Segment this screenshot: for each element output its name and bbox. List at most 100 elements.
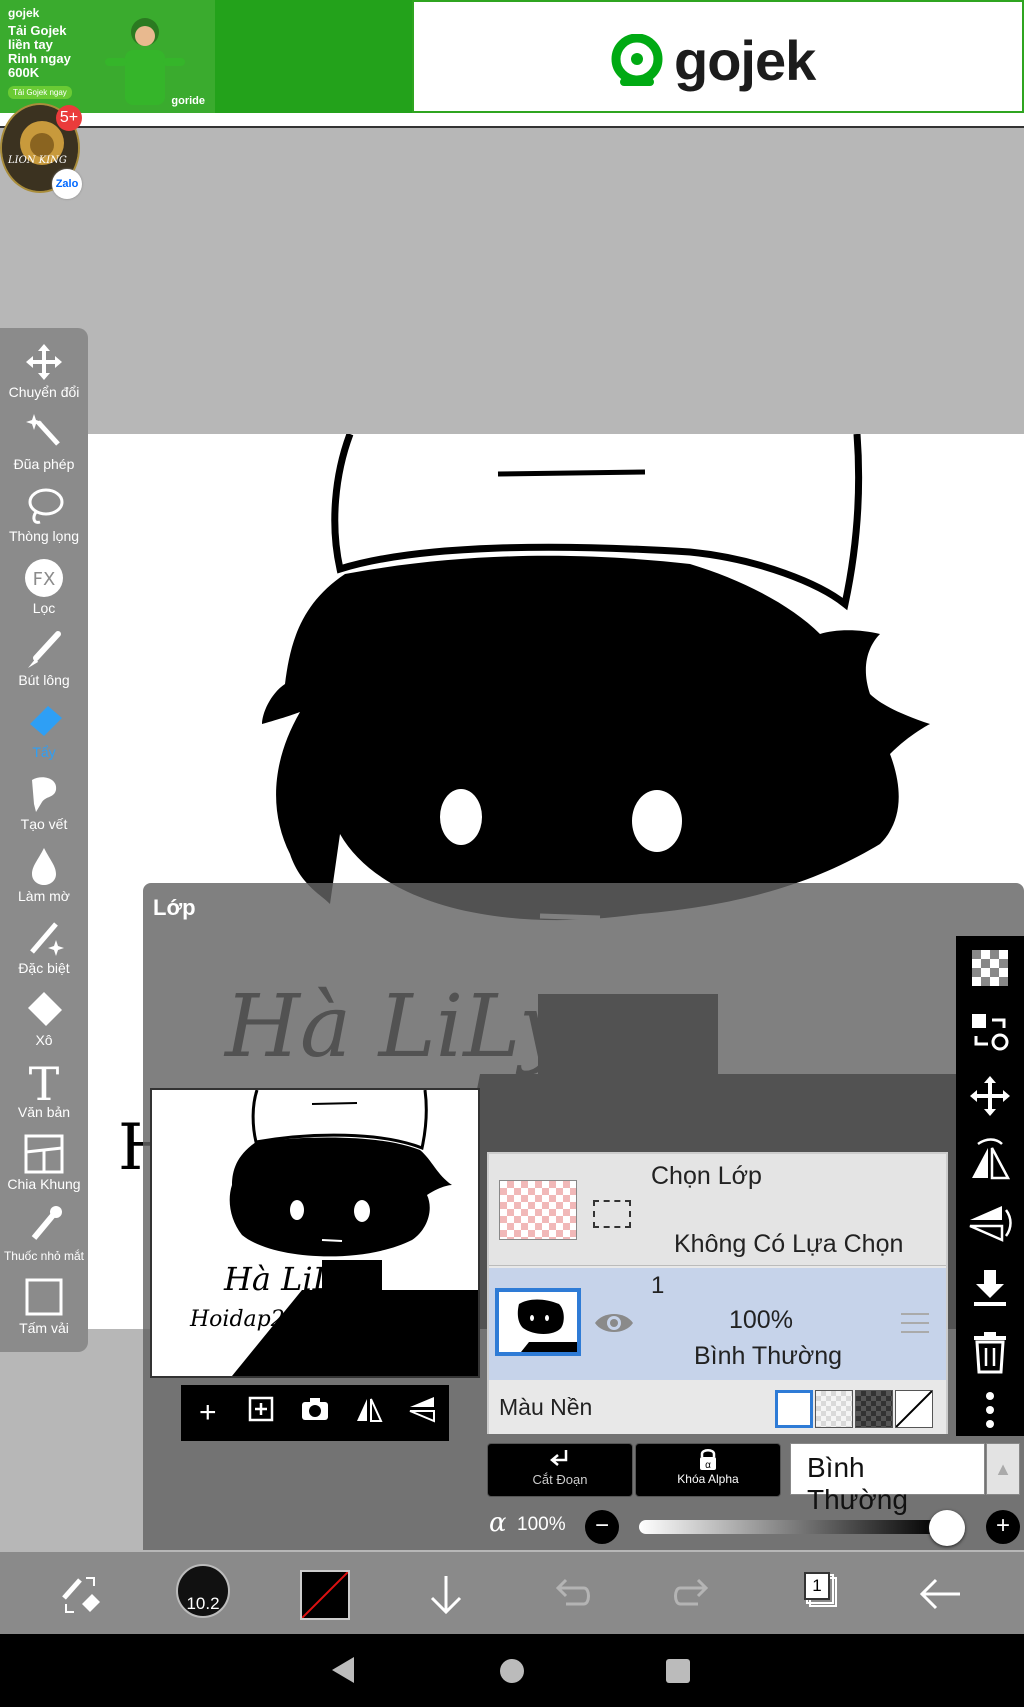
nav-home-icon[interactable] [500, 1659, 524, 1683]
svg-text:Hoidap247: Hoidap247 [189, 1307, 313, 1332]
ad-logo-panel[interactable]: gojek [412, 0, 1024, 113]
brush-size-indicator[interactable]: 10.2 [176, 1564, 230, 1618]
opacity-slider[interactable] [639, 1520, 939, 1534]
drag-handle-icon[interactable] [901, 1313, 929, 1333]
ad-cta[interactable]: Tải Gojek ngay [8, 86, 72, 99]
flip-vertical-icon[interactable] [966, 1200, 1014, 1248]
tool-smudge[interactable]: Tạo vết [0, 774, 88, 844]
special-brush-icon [30, 922, 64, 956]
layer-panel-title: Lớp [153, 895, 196, 920]
tool-frame-divider[interactable]: Chia Khung [0, 1134, 88, 1204]
fx-filter-icon: FX [25, 559, 63, 597]
pages-icon[interactable]: 1 [800, 1568, 840, 1608]
android-nav-bar [0, 1634, 1024, 1707]
opacity-decrease-button[interactable]: − [585, 1510, 619, 1544]
tool-canvas[interactable]: Tấm vải [0, 1278, 88, 1348]
ad-banner[interactable]: gojek Tải Gojek liền tay Rinh ngay 600K … [0, 0, 1024, 128]
selection-status: Không Có Lựa Chọn [674, 1230, 904, 1258]
trash-icon[interactable] [966, 1328, 1014, 1376]
layer-thumbnail-actions: + [181, 1385, 449, 1441]
more-vert-icon[interactable] [966, 1386, 1014, 1434]
merge-down-icon[interactable] [966, 1264, 1014, 1312]
opacity-increase-button[interactable]: + [986, 1510, 1020, 1544]
tool-text[interactable]: T Văn bản [0, 1062, 88, 1132]
selection-title: Chọn Lớp [651, 1162, 762, 1190]
alpha-value: 100% [517, 1514, 566, 1535]
notification-badge: 5+ [56, 105, 82, 131]
opacity-slider-knob[interactable] [929, 1510, 965, 1546]
bg-white-swatch[interactable] [775, 1390, 813, 1428]
layer-number: 1 [651, 1272, 665, 1299]
bg-light-checker-swatch[interactable] [815, 1390, 853, 1428]
clipping-arrow-icon [550, 1450, 568, 1466]
blur-drop-icon [32, 848, 56, 885]
tool-special[interactable]: Đặc biệt [0, 918, 88, 988]
download-icon[interactable] [420, 1568, 472, 1620]
magic-wand-icon [26, 414, 60, 446]
canvas-icon [25, 1278, 63, 1316]
tool-lasso[interactable]: Thòng lọng [0, 486, 88, 556]
flip-horizontal-icon[interactable] [966, 1136, 1014, 1184]
zalo-icon: Zalo [52, 169, 82, 199]
color-swatch-button[interactable] [300, 1570, 350, 1620]
page-count: 1 [804, 1572, 830, 1600]
visibility-eye-icon[interactable] [593, 1308, 635, 1338]
bg-dark-checker-swatch[interactable] [855, 1390, 893, 1428]
nav-recents-icon[interactable] [666, 1659, 690, 1683]
swap-tool-icon[interactable] [54, 1568, 106, 1620]
tool-filter[interactable]: FX Lọc [0, 558, 88, 628]
bottom-toolbar: 10.2 1 [0, 1552, 1024, 1634]
svg-text:LION KING: LION KING [7, 155, 67, 166]
clipping-button[interactable]: Cắt Đoạn [487, 1443, 633, 1497]
back-arrow-icon[interactable] [914, 1568, 966, 1620]
smudge-icon [32, 777, 57, 812]
tool-magic-wand[interactable]: Đũa phép [0, 414, 88, 484]
nav-back-icon[interactable] [332, 1657, 354, 1683]
left-toolbar: Chuyển đổi Đũa phép Thòng lọng FX Lọc Bú… [0, 328, 88, 1352]
add-layer-icon[interactable]: + [188, 1396, 228, 1430]
svg-text:FX: FX [33, 569, 56, 590]
svg-text:Hà LiLy: Hà LiLy [223, 1260, 352, 1298]
zalo-chat-bubble[interactable]: LION KING 5+ Zalo [0, 103, 82, 199]
flip-vertical-icon[interactable] [402, 1395, 442, 1431]
layer-row[interactable]: 1 100% Bình Thường [489, 1268, 946, 1380]
background-color-row: Màu Nền [489, 1382, 946, 1434]
text-icon: T [29, 1062, 60, 1102]
brush-icon [28, 631, 61, 668]
selection-marquee-icon [593, 1200, 631, 1228]
add-layer-copy-icon[interactable] [241, 1395, 281, 1431]
bg-none-swatch[interactable] [895, 1390, 933, 1428]
blend-mode-select[interactable]: Bình Thường [790, 1443, 985, 1515]
alpha-lock-button[interactable]: α Khóa Alpha [635, 1443, 781, 1497]
redo-icon[interactable] [668, 1568, 720, 1620]
tool-brush[interactable]: Bút lông [0, 630, 88, 700]
bucket-icon [28, 992, 62, 1026]
preview-artwork: Hà LiLy Hoidap247 [189, 1090, 478, 1376]
tool-blur[interactable]: Làm mờ [0, 846, 88, 916]
tool-bucket[interactable]: Xô [0, 990, 88, 1060]
frame-divider-icon [24, 1134, 64, 1174]
selection-layer-row[interactable]: Chọn Lớp Không Có Lựa Chọn [489, 1154, 946, 1266]
alpha-symbol: α [489, 1508, 507, 1538]
eyedropper-icon [31, 1206, 62, 1240]
tool-eyedropper[interactable]: Thuốc nhỏ mắt [0, 1206, 88, 1276]
layer-preview-thumbnail[interactable]: Hà LiLy Hoidap247 [150, 1088, 480, 1378]
selection-thumbnail [499, 1180, 577, 1240]
undo-icon[interactable] [544, 1568, 596, 1620]
ad-green-strip [215, 0, 412, 113]
ad-promo-panel[interactable]: gojek Tải Gojek liền tay Rinh ngay 600K … [0, 0, 215, 113]
blend-mode-arrow-icon[interactable]: ▲ [986, 1443, 1020, 1495]
svg-text:T: T [29, 1062, 60, 1102]
ad-goride: goride [171, 95, 205, 107]
tool-eraser[interactable]: Tẩy [0, 702, 88, 772]
transparent-checker-icon[interactable] [966, 944, 1014, 992]
tool-transform[interactable]: Chuyển đổi [0, 342, 88, 412]
layer-swap-icon[interactable] [966, 1008, 1014, 1056]
move-icon [26, 344, 62, 380]
alpha-lock-icon: α [700, 1449, 716, 1471]
move-icon[interactable] [966, 1072, 1014, 1120]
flip-horizontal-icon[interactable] [349, 1395, 389, 1431]
camera-icon[interactable] [295, 1396, 335, 1430]
layer-opacity: 100% [729, 1306, 793, 1334]
layer-thumbnail [495, 1288, 581, 1356]
